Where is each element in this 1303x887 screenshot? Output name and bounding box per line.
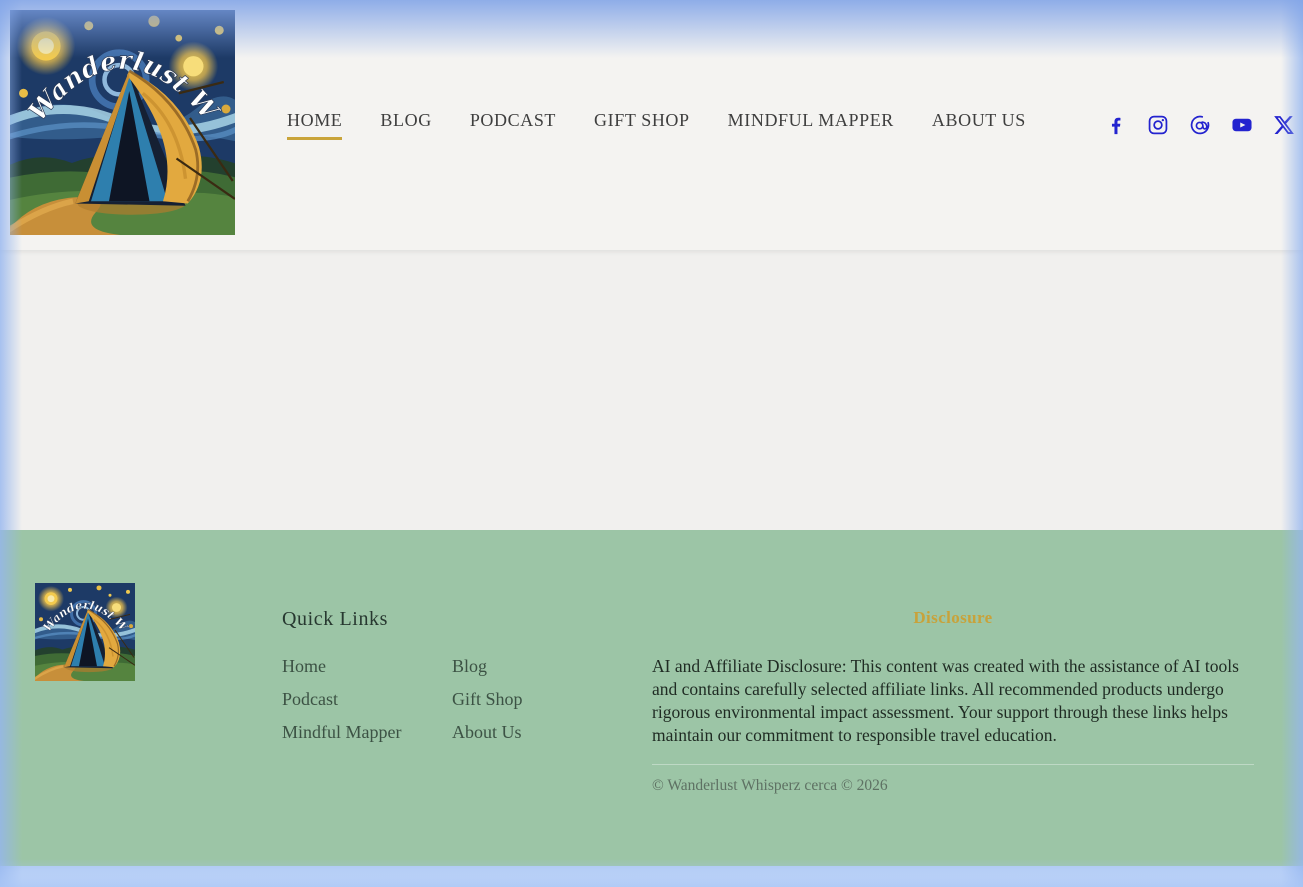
site-logo[interactable] [10,10,235,235]
instagram-icon [1147,114,1169,136]
instagram-link[interactable] [1147,114,1169,136]
nav-item-mindful-mapper[interactable]: MINDFUL MAPPER [728,110,894,140]
threads-link[interactable] [1189,114,1211,136]
bottom-blue-strip [0,866,1303,887]
facebook-link[interactable] [1105,114,1127,136]
disclosure-title: Disclosure [652,608,1254,628]
youtube-link[interactable] [1231,114,1253,136]
x-twitter-link[interactable] [1273,114,1295,136]
site-footer: Quick Links Home Blog Podcast Gift Shop … [0,530,1303,866]
footer-link-home[interactable]: Home [282,656,452,677]
nav-item-podcast[interactable]: PODCAST [470,110,556,140]
footer-link-about-us[interactable]: About Us [452,722,523,743]
nav-item-gift-shop[interactable]: GIFT SHOP [594,110,690,140]
footer-quick-links: Quick Links Home Blog Podcast Gift Shop … [282,608,523,743]
footer-logo[interactable] [35,583,135,681]
nav-item-home[interactable]: HOME [287,110,342,140]
starry-tent-logo-image-small [35,583,135,681]
facebook-icon [1105,114,1127,136]
youtube-icon [1231,114,1253,136]
site-header: HOME BLOG PODCAST GIFT SHOP MINDFUL MAPP… [0,0,1303,250]
main-content-empty [0,250,1303,530]
footer-link-mindful-mapper[interactable]: Mindful Mapper [282,722,452,743]
footer-link-blog[interactable]: Blog [452,656,523,677]
footer-disclosure: Disclosure AI and Affiliate Disclosure: … [652,608,1254,795]
footer-link-podcast[interactable]: Podcast [282,689,452,710]
copyright-text: © Wanderlust Whisperz cerca © 2026 [652,777,1254,795]
nav-item-about-us[interactable]: ABOUT US [932,110,1026,140]
social-links [1105,114,1295,136]
main-nav: HOME BLOG PODCAST GIFT SHOP MINDFUL MAPP… [287,110,1026,140]
footer-link-gift-shop[interactable]: Gift Shop [452,689,523,710]
quick-links-title: Quick Links [282,608,523,631]
quick-links-grid: Home Blog Podcast Gift Shop Mindful Mapp… [282,656,523,743]
x-twitter-icon [1273,114,1295,136]
nav-item-blog[interactable]: BLOG [380,110,431,140]
threads-icon [1189,114,1211,136]
page: HOME BLOG PODCAST GIFT SHOP MINDFUL MAPP… [0,0,1303,887]
disclosure-text: AI and Affiliate Disclosure: This conten… [652,655,1254,747]
starry-tent-logo-image [10,10,235,235]
footer-divider [652,764,1254,765]
